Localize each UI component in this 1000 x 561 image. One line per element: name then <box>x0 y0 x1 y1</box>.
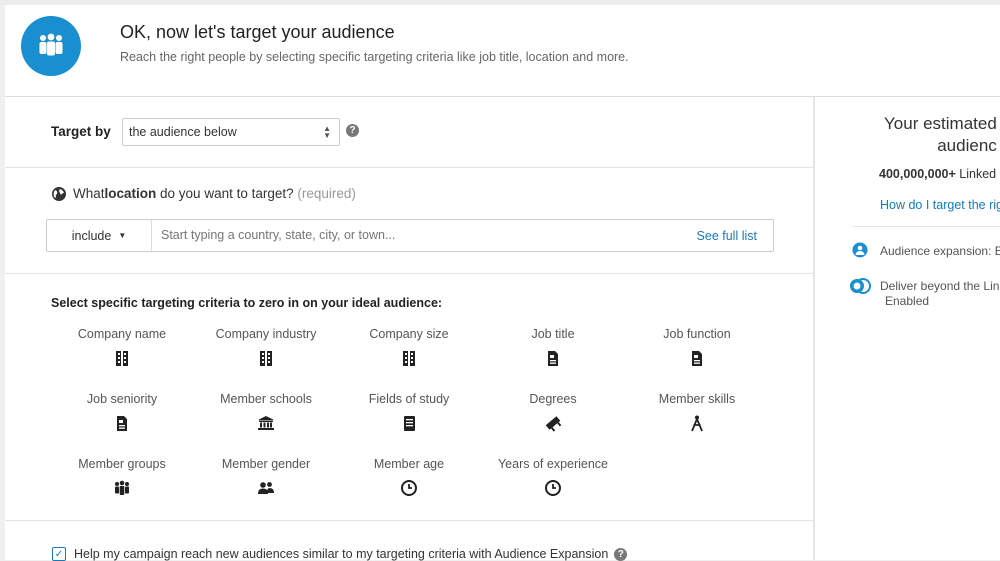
criteria-fields-of-study[interactable]: Fields of study <box>334 392 484 432</box>
clock-icon <box>545 480 561 496</box>
target-by-label: Target by <box>51 124 111 139</box>
divider <box>5 520 813 521</box>
criteria-years-of-experience[interactable]: Years of experience <box>478 457 628 497</box>
required-label: (required) <box>297 186 356 201</box>
select-arrows-icon: ▲ ▼ <box>323 124 331 140</box>
location-question-prefix: What <box>73 186 105 201</box>
estimate-title-line1: Your estimated <box>884 114 997 133</box>
criteria-label: Member age <box>373 457 445 471</box>
page-title: OK, now let's target your audience <box>120 22 395 42</box>
help-icon[interactable]: ? <box>346 124 359 137</box>
compass-icon <box>691 415 703 432</box>
caret-down-icon: ▼ <box>118 231 127 240</box>
audience-expansion-status-icon <box>852 242 868 263</box>
group-icon <box>115 480 129 495</box>
criteria-member-gender[interactable]: Member gender <box>191 457 341 497</box>
audience-expansion-row: ✓ Help my campaign reach new audiences s… <box>52 547 628 561</box>
criteria-company-industry[interactable]: Company industry <box>191 327 341 367</box>
location-input[interactable] <box>161 228 681 242</box>
criteria-label: Job function <box>663 327 731 341</box>
criteria-member-groups[interactable]: Member groups <box>47 457 197 497</box>
criteria-label: Company name <box>77 327 167 341</box>
criteria-company-size[interactable]: Company size <box>334 327 484 367</box>
criteria-label: Job title <box>531 327 575 341</box>
criteria-label: Member schools <box>220 392 312 406</box>
page-subtitle: Reach the right people by selecting spec… <box>120 50 629 64</box>
criteria-member-schools[interactable]: Member schools <box>191 392 341 432</box>
divider <box>5 167 813 168</box>
location-field: include ▼ See full list <box>46 219 774 252</box>
criteria-label: Company industry <box>215 327 317 341</box>
criteria-member-age[interactable]: Member age <box>334 457 484 497</box>
location-question-keyword: location <box>104 186 157 201</box>
deliver-beyond-label: Deliver beyond the Lin <box>880 279 1000 293</box>
estimate-count: 400,000,000+ Linked <box>879 167 996 181</box>
diploma-icon <box>545 416 562 432</box>
deliver-beyond-status: Enabled <box>885 294 930 308</box>
criteria-degrees[interactable]: Degrees <box>478 392 628 432</box>
location-question-suffix: do you want to target? <box>156 186 298 201</box>
how-to-target-link[interactable]: How do I target the righ <box>880 198 1000 212</box>
globe-icon <box>52 186 66 201</box>
target-by-select[interactable]: the audience below ▲ ▼ <box>122 118 340 146</box>
institution-icon <box>258 416 274 430</box>
building-icon <box>116 351 128 366</box>
location-question: What location do you want to target? (re… <box>52 186 356 201</box>
criteria-company-name[interactable]: Company name <box>47 327 197 367</box>
deliver-beyond-icon <box>849 278 871 299</box>
estimate-count-value: 400,000,000+ <box>879 167 956 181</box>
include-label: include <box>71 228 112 243</box>
criteria-label: Member gender <box>221 457 311 471</box>
criteria-label: Fields of study <box>368 392 450 406</box>
divider <box>853 226 1000 227</box>
see-full-list-link[interactable]: See full list <box>697 229 757 243</box>
book-icon <box>404 416 415 431</box>
audience-expansion-label: Help my campaign reach new audiences sim… <box>74 547 609 561</box>
criteria-label: Member groups <box>78 457 166 471</box>
criteria-job-seniority[interactable]: Job seniority <box>47 392 197 432</box>
include-dropdown[interactable]: include ▼ <box>47 220 152 251</box>
building-icon <box>403 351 415 366</box>
criteria-label: Job seniority <box>86 392 158 406</box>
divider <box>5 273 813 274</box>
criteria-member-skills[interactable]: Member skills <box>622 392 772 432</box>
criteria-job-title[interactable]: Job title <box>478 327 628 367</box>
document-icon <box>548 351 558 366</box>
audience-group-icon <box>21 16 81 76</box>
building-icon <box>260 351 272 366</box>
audience-expansion-checkbox[interactable]: ✓ <box>52 547 66 561</box>
criteria-label: Company size <box>369 327 449 341</box>
document-icon <box>117 416 127 431</box>
criteria-job-function[interactable]: Job function <box>622 327 772 367</box>
criteria-label: Years of experience <box>497 457 609 471</box>
document-icon <box>692 351 702 366</box>
target-by-value: the audience below <box>129 125 237 139</box>
criteria-heading: Select specific targeting criteria to ze… <box>51 296 443 310</box>
help-icon[interactable]: ? <box>614 547 628 561</box>
people-icon <box>258 482 274 494</box>
estimate-title: Your estimated audienc <box>884 113 997 157</box>
criteria-label: Member skills <box>658 392 736 406</box>
audience-expansion-status: Audience expansion: E <box>880 244 1000 258</box>
estimate-title-line2: audienc <box>937 136 997 155</box>
criteria-label: Degrees <box>529 392 577 406</box>
clock-icon <box>401 480 417 496</box>
estimate-count-suffix: Linked <box>955 167 997 181</box>
